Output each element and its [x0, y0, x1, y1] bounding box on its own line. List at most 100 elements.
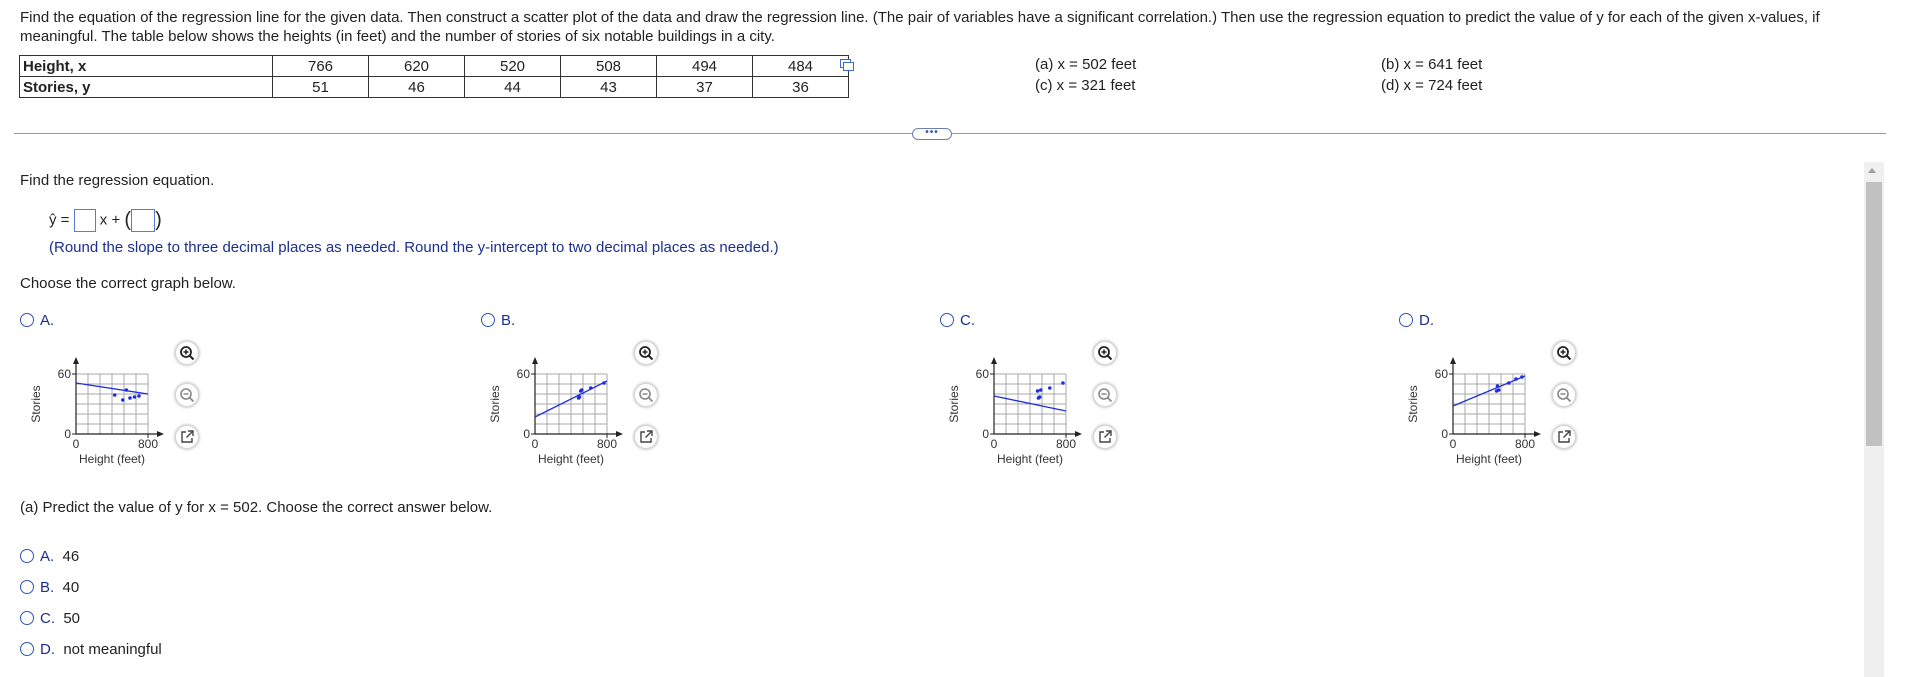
data-point: [112, 393, 117, 397]
slope-input[interactable]: [73, 209, 96, 233]
x-tick-label-right: 800: [138, 437, 158, 451]
y-axis-arrow: [73, 357, 79, 364]
data-point: [124, 388, 129, 392]
x-tick-label-left: 0: [73, 437, 80, 451]
data-point: [577, 395, 582, 399]
x-tick-label-left: 0: [1450, 437, 1457, 451]
y-axis-label: Stories: [29, 385, 43, 422]
data-point: [602, 381, 606, 385]
data-point: [1520, 375, 1524, 379]
table-cell: 620: [368, 55, 465, 77]
table-cell: 37: [656, 76, 753, 98]
open-graph-button[interactable]: [634, 425, 658, 449]
x-tick-label-right: 800: [1056, 437, 1076, 451]
zoom-in-button[interactable]: [1552, 341, 1576, 365]
data-point: [1507, 381, 1511, 385]
y-axis-label: Stories: [1406, 385, 1420, 422]
zoom-out-button[interactable]: [175, 383, 199, 407]
zoom-out-button[interactable]: [1552, 383, 1576, 407]
scrollbar-thumb[interactable]: [1866, 182, 1882, 446]
graph-option-c[interactable]: C.: [940, 312, 975, 329]
x-value-a: (a) x = 502 feet: [1035, 56, 1137, 73]
zoom-in-button[interactable]: [1093, 341, 1117, 365]
row-header-stories: Stories, y: [19, 76, 273, 98]
x-axis-label: Height (feet): [1456, 452, 1522, 466]
x-axis-arrow: [1534, 431, 1541, 437]
zoom-out-button[interactable]: [634, 383, 658, 407]
option-letter: A.: [40, 312, 55, 329]
data-table: Height, x 766 620 520 508 494 484 Storie…: [19, 55, 849, 98]
zoom-out-button[interactable]: [1093, 383, 1117, 407]
table-cell: 46: [368, 76, 465, 98]
open-graph-button[interactable]: [1093, 425, 1117, 449]
graph-option-d[interactable]: D.: [1399, 312, 1434, 329]
y-tick-label-bottom: 0: [64, 427, 71, 441]
radio-button[interactable]: [20, 642, 34, 656]
option-letter: C.: [960, 312, 975, 329]
y-axis-arrow: [1450, 357, 1456, 364]
radio-button[interactable]: [20, 313, 34, 327]
graph-option-b[interactable]: B.: [481, 312, 515, 329]
open-graph-button[interactable]: [175, 425, 199, 449]
row-header-height: Height, x: [19, 55, 273, 77]
radio-button[interactable]: [940, 313, 954, 327]
graph-option-a[interactable]: A.: [20, 312, 54, 329]
x-axis-arrow: [1075, 431, 1082, 437]
table-row-stories: Stories, y 51 46 44 43 37 36: [19, 76, 849, 98]
option-letter: D.: [1419, 312, 1434, 329]
x-tick-label-right: 800: [597, 437, 617, 451]
x-plus-label: x +: [99, 211, 121, 229]
radio-button[interactable]: [481, 313, 495, 327]
data-point: [589, 386, 593, 390]
answer-option-c[interactable]: C. 50: [20, 610, 80, 627]
intercept-input[interactable]: [131, 209, 156, 233]
radio-button[interactable]: [20, 549, 34, 563]
x-axis-label: Height (feet): [997, 452, 1063, 466]
option-text: not meaningful: [63, 641, 162, 658]
x-axis-arrow: [616, 431, 623, 437]
scroll-up-arrow-icon[interactable]: [1868, 168, 1876, 173]
regression-equation: ŷ = x + (): [49, 209, 162, 233]
y-axis-label: Stories: [947, 385, 961, 422]
y-axis-label: Stories: [488, 385, 502, 422]
table-cell: 36: [752, 76, 849, 98]
zoom-in-button[interactable]: [175, 341, 199, 365]
option-letter: B.: [40, 579, 55, 596]
show-more-button[interactable]: •••: [912, 128, 952, 140]
data-point: [128, 396, 132, 400]
data-point: [1039, 388, 1043, 392]
y-tick-label-top: 60: [58, 367, 72, 381]
x-tick-label-left: 0: [532, 437, 539, 451]
answer-option-a[interactable]: A. 46: [20, 548, 79, 565]
answer-option-b[interactable]: B. 40: [20, 579, 79, 596]
radio-button[interactable]: [20, 611, 34, 625]
option-text: 40: [62, 579, 80, 596]
x-axis-label: Height (feet): [538, 452, 604, 466]
data-point: [1496, 388, 1501, 392]
copy-table-icon[interactable]: [840, 58, 854, 71]
scatter-graph-d: 60 00 800Height (feet) Stories: [1406, 357, 1541, 466]
zoom-in-button[interactable]: [634, 341, 658, 365]
intercept-group: (): [124, 209, 162, 233]
x-value-d: (d) x = 724 feet: [1381, 77, 1483, 94]
scatter-graph-b: 60 00 800Height (feet) Stories: [488, 357, 623, 466]
y-tick-label-bottom: 0: [982, 427, 989, 441]
table-cell: 51: [272, 76, 369, 98]
regression-prompt: Find the regression equation.: [20, 172, 215, 189]
radio-button[interactable]: [20, 580, 34, 594]
data-point: [1061, 381, 1065, 385]
y-axis-arrow: [532, 357, 538, 364]
option-text: 50: [63, 610, 81, 627]
table-cell: 43: [560, 76, 657, 98]
yhat-label: ŷ =: [49, 211, 70, 229]
open-graph-button[interactable]: [1552, 425, 1576, 449]
data-point: [1035, 389, 1040, 393]
graph-question: Choose the correct graph below.: [20, 275, 236, 292]
answer-option-d[interactable]: D. not meaningful: [20, 641, 162, 658]
y-tick-label-top: 60: [1435, 367, 1449, 381]
data-point: [1037, 395, 1042, 399]
option-letter: C.: [40, 610, 55, 627]
radio-button[interactable]: [1399, 313, 1413, 327]
data-point: [1048, 386, 1052, 390]
table-row-height: Height, x 766 620 520 508 494 484: [19, 55, 849, 77]
